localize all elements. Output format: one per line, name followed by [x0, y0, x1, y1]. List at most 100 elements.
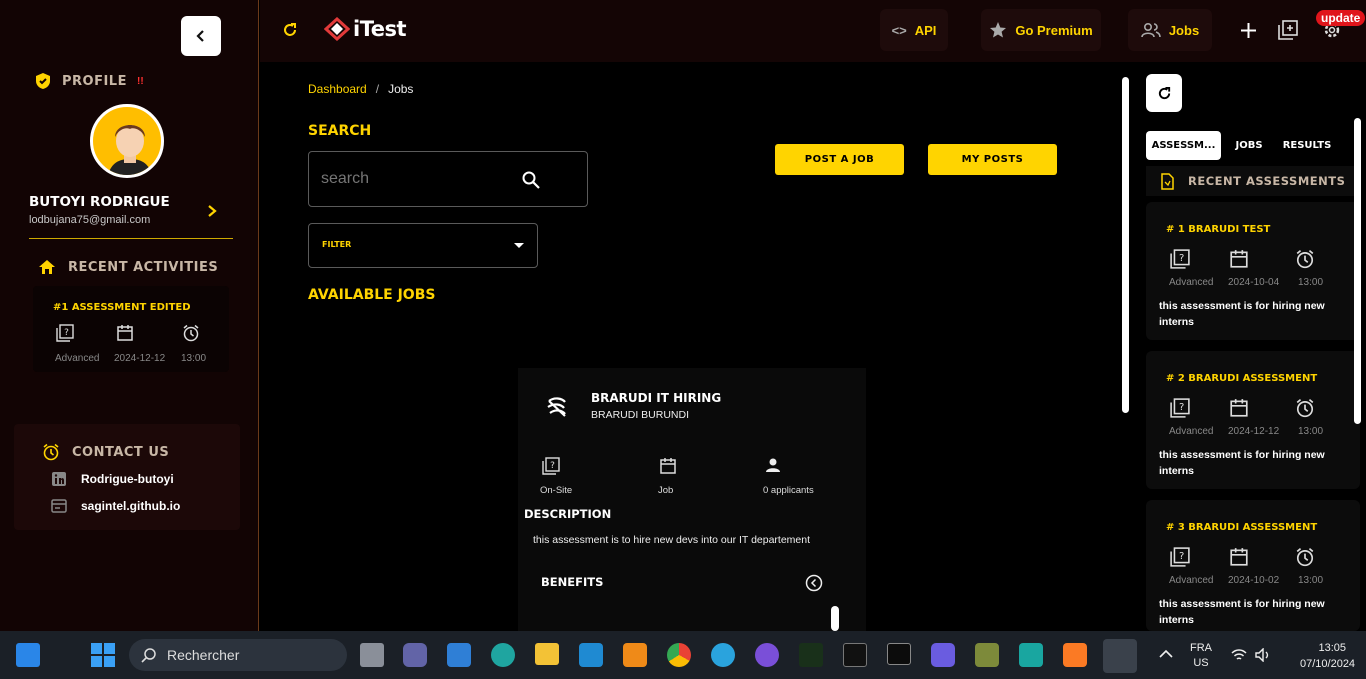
itest-logo-icon [324, 17, 350, 41]
tool-icon[interactable] [975, 643, 999, 667]
chrome-icon[interactable] [667, 643, 691, 667]
recent-assessments-header: RECENT ASSESSMENTS [1146, 166, 1360, 196]
shield-check-icon [36, 73, 50, 89]
telegram-icon[interactable] [711, 643, 735, 667]
edge-icon[interactable] [491, 643, 515, 667]
post-job-button[interactable]: POST A JOB [775, 144, 904, 175]
calendar-icon [117, 325, 133, 341]
teams-icon[interactable] [403, 643, 427, 667]
user-icon [766, 458, 780, 472]
go-premium-label: Go Premium [1015, 22, 1093, 38]
job-company: BRARUDI BURUNDI [591, 409, 690, 421]
xampp-icon[interactable] [1063, 643, 1087, 667]
jobs-nav-button[interactable]: Jobs [1128, 9, 1212, 51]
contact-panel: CONTACT US Rodrigue-butoyi sagintel.gith… [14, 424, 240, 530]
brand-logo[interactable]: iTest [324, 17, 407, 41]
tab-assessments[interactable]: ASSESSM... [1146, 131, 1221, 160]
assessment-date: 2024-12-12 [1228, 426, 1280, 437]
main-content: Dashboard / Jobs SEARCH POST A JOB MY PO… [260, 62, 1130, 631]
filter-label: FILTER [322, 240, 352, 249]
linkedin-icon [52, 472, 66, 486]
alarm-icon [1296, 548, 1314, 567]
assessment-title: # 2 BRARUDI ASSESSMENT [1166, 373, 1318, 384]
taskbar-search[interactable]: Rechercher [129, 639, 347, 671]
right-scrollbar[interactable] [1354, 118, 1361, 424]
go-premium-button[interactable]: Go Premium [981, 9, 1101, 51]
profile-email: lodbujana75@gmail.com [29, 214, 151, 226]
avatar[interactable] [90, 104, 164, 178]
add-library-icon[interactable] [1278, 20, 1298, 40]
filter-select[interactable]: FILTER [308, 223, 538, 268]
wifi-icon[interactable] [1231, 648, 1247, 662]
my-posts-button[interactable]: MY POSTS [928, 144, 1057, 175]
top-bar: iTest <> API Go Premium Jobs update [260, 0, 1366, 62]
company-logo-icon [547, 397, 566, 417]
clock[interactable]: 13:05 07/10/2024 [1300, 640, 1355, 672]
alarm-icon [1296, 399, 1314, 418]
docs-icon[interactable] [1019, 643, 1043, 667]
api-button[interactable]: <> API [880, 9, 948, 51]
assessment-card[interactable]: # 3 BRARUDI ASSESSMENT ? Advanced 2024-1… [1146, 500, 1360, 631]
github-icon[interactable] [755, 643, 779, 667]
quiz-icon: ? [1170, 547, 1190, 567]
pes-icon[interactable] [843, 643, 867, 667]
tab-results[interactable]: RESULTS [1278, 131, 1336, 160]
windows-start-icon[interactable] [91, 643, 115, 667]
language-indicator[interactable]: FRA US [1190, 641, 1212, 671]
search-input[interactable] [321, 168, 501, 190]
tab-jobs[interactable]: JOBS [1224, 131, 1274, 160]
plus-icon[interactable] [1240, 22, 1257, 39]
assessment-card[interactable]: # 1 BRARUDI TEST ? Advanced 2024-10-04 1… [1146, 202, 1360, 340]
search-icon[interactable] [521, 170, 541, 190]
assessment-card[interactable]: # 2 BRARUDI ASSESSMENT ? Advanced 2024-1… [1146, 351, 1360, 489]
calendar-icon [1230, 250, 1248, 268]
terminal-icon[interactable] [887, 643, 911, 665]
card-scrollbar[interactable] [831, 606, 839, 631]
recent-activities-label: RECENT ACTIVITIES [68, 259, 219, 275]
search-title: SEARCH [308, 123, 372, 139]
widgets-icon[interactable] [16, 643, 40, 667]
sublime-icon[interactable] [623, 643, 647, 667]
brand-name: iTest [353, 17, 407, 41]
job-description-label: DESCRIPTION [524, 507, 612, 521]
update-badge[interactable]: update [1316, 10, 1366, 26]
breadcrumb-dashboard[interactable]: Dashboard [308, 82, 367, 96]
game-icon[interactable] [799, 643, 823, 667]
profile-name: BUTOYI RODRIGUE [29, 194, 170, 210]
clock-time: 13:05 [1318, 642, 1346, 654]
volume-icon[interactable] [1255, 648, 1271, 662]
main-scrollbar[interactable] [1122, 77, 1129, 413]
recent-activity-card[interactable]: #1 ASSESSMENT EDITED ? Advanced 2024-12-… [33, 286, 229, 372]
job-kind: Job [658, 485, 674, 496]
job-card[interactable]: BRARUDI IT HIRING BRARUDI BURUNDI ? On-S… [518, 368, 866, 631]
search-box[interactable] [308, 151, 588, 207]
recent-activity-time: 13:00 [181, 353, 207, 364]
vscode-icon[interactable] [579, 643, 603, 667]
alarm-icon [183, 324, 199, 342]
refresh-icon[interactable] [282, 22, 298, 38]
api-label: API [914, 22, 937, 38]
notes-icon[interactable] [931, 643, 955, 667]
assessment-time: 13:00 [1298, 426, 1324, 437]
recent-assessments-label: RECENT ASSESSMENTS [1188, 174, 1346, 188]
assessment-date: 2024-10-04 [1228, 277, 1280, 288]
breadcrumb-current: Jobs [388, 82, 414, 96]
chevron-up-icon[interactable] [1159, 649, 1173, 659]
store-icon[interactable] [447, 643, 471, 667]
task-view-icon[interactable] [360, 643, 384, 667]
chevron-circle-left-icon[interactable] [805, 574, 823, 592]
back-button[interactable] [181, 16, 221, 56]
left-sidebar: PROFILE !! BUTOYI RODRIGUE lodbujana75@g… [0, 0, 259, 631]
alarm-icon [43, 443, 59, 461]
contact-site[interactable]: sagintel.github.io [51, 499, 180, 513]
refresh-button[interactable] [1146, 74, 1182, 112]
explorer-icon[interactable] [535, 643, 559, 665]
recent-activity-date: 2024-12-12 [114, 353, 166, 364]
benefits-label: BENEFITS [541, 575, 604, 589]
svg-text:?: ? [1179, 551, 1184, 562]
home-icon [39, 260, 55, 274]
chevron-right-icon[interactable] [206, 204, 218, 218]
contact-linkedin[interactable]: Rodrigue-butoyi [51, 471, 174, 487]
active-app-icon[interactable] [1103, 639, 1137, 673]
recent-activity-title: #1 ASSESSMENT EDITED [53, 302, 191, 313]
